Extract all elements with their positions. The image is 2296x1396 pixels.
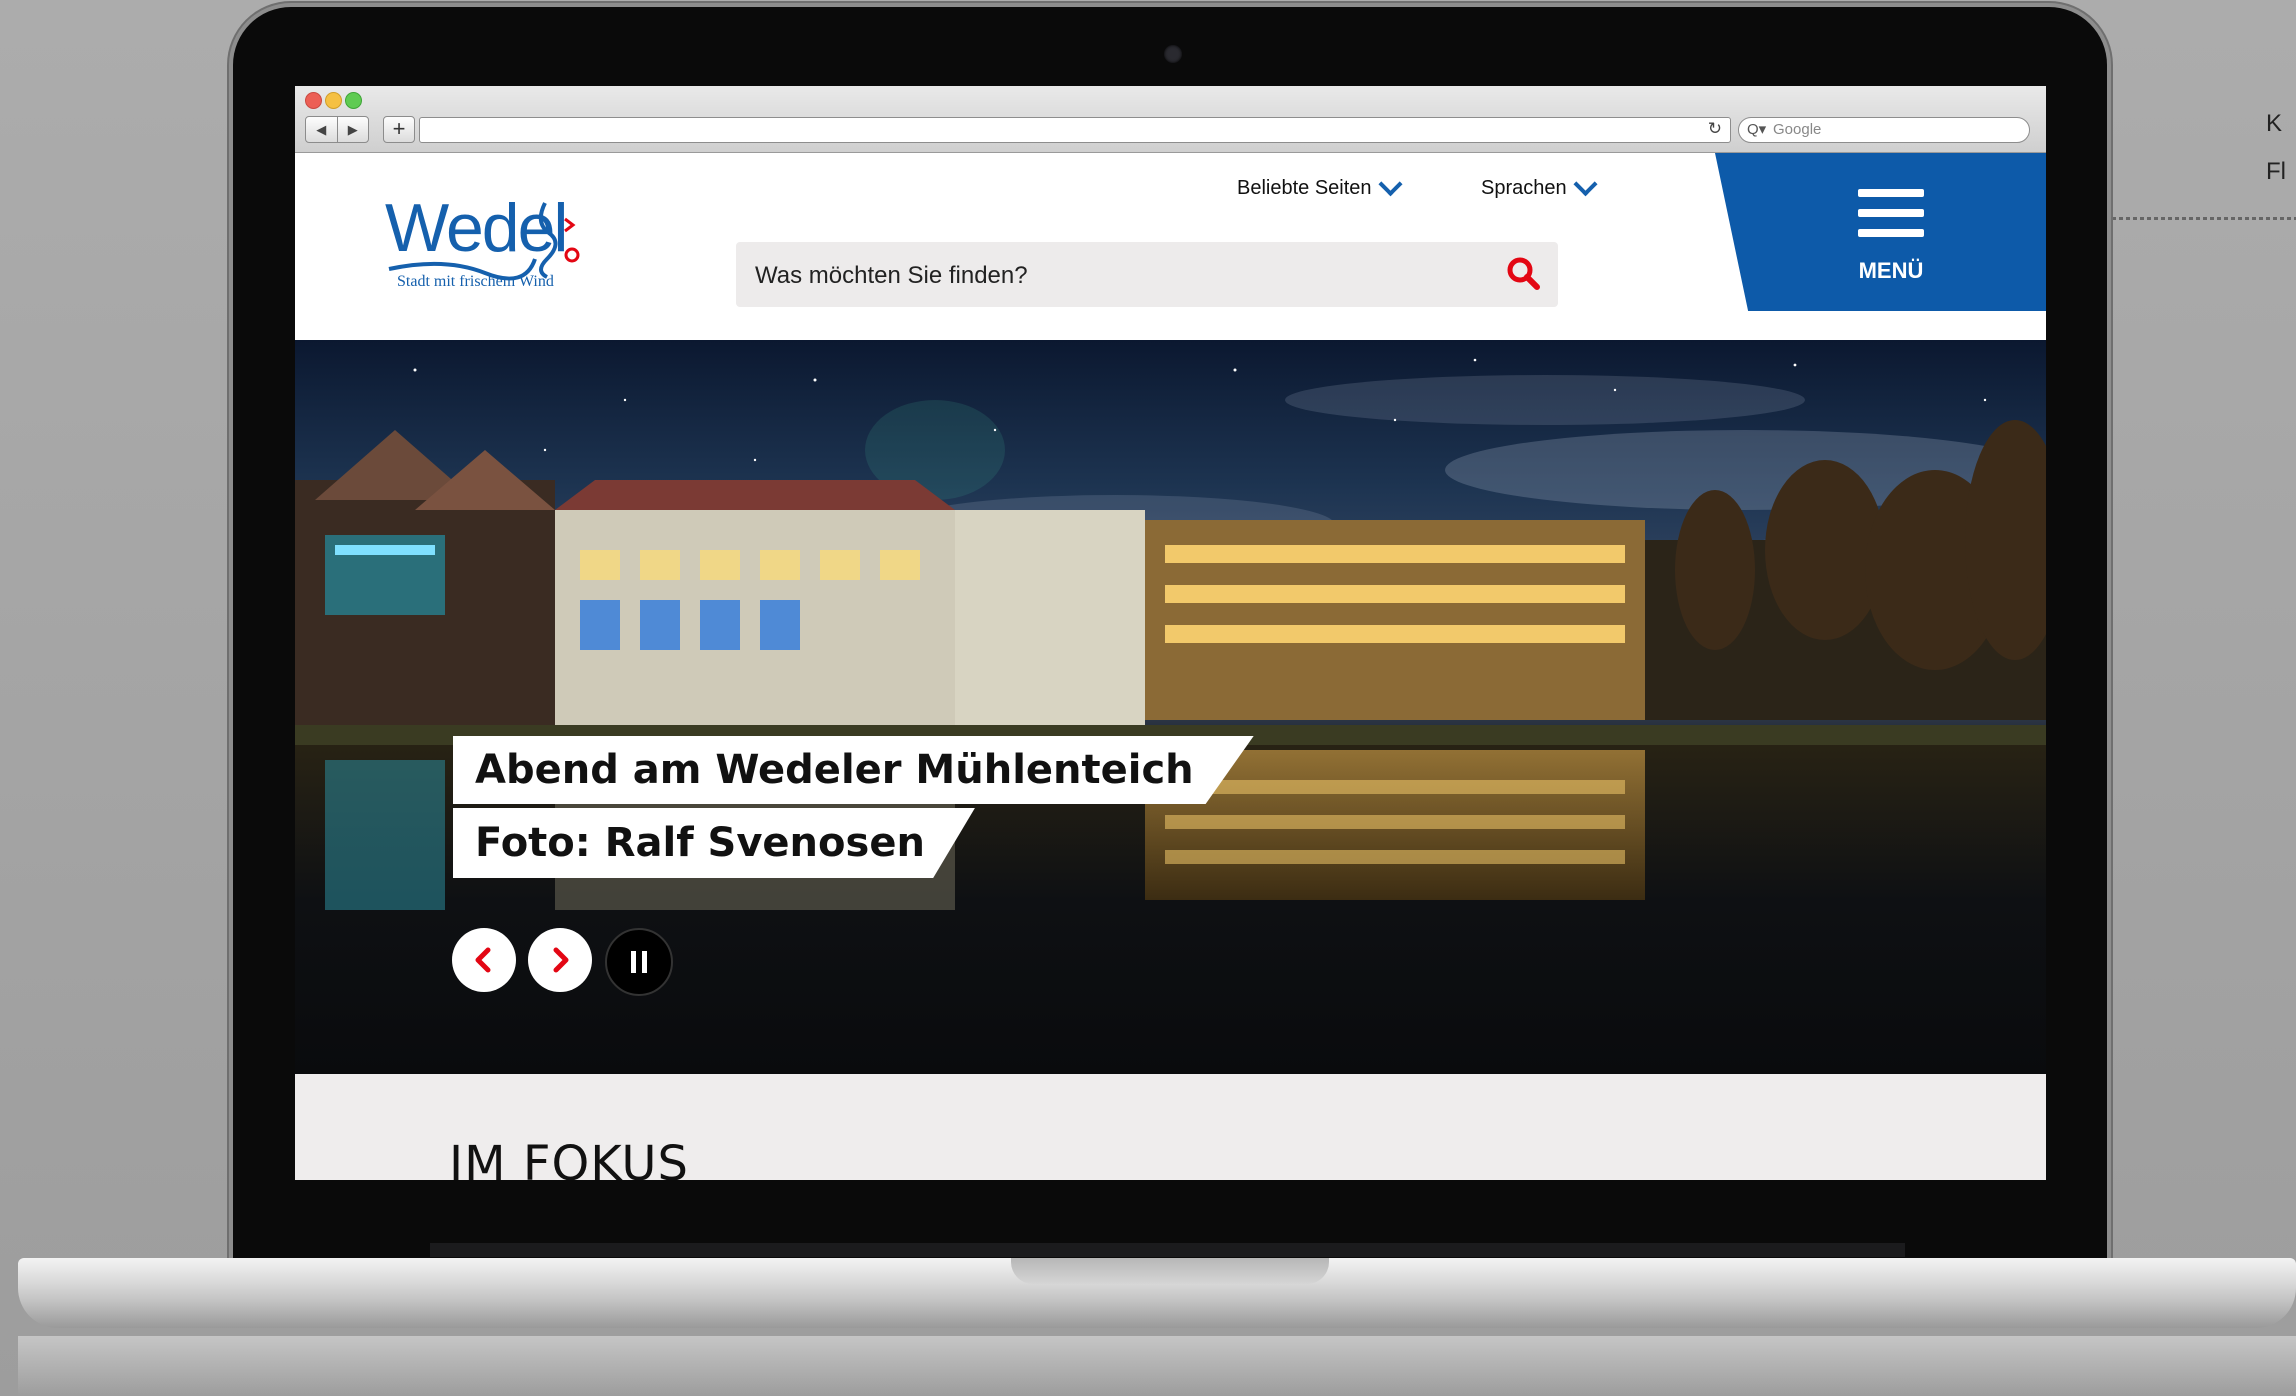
browser-toolbar: ◀ ▶ + ↻ Q▾ Google xyxy=(295,86,2046,153)
slider-prev-button[interactable] xyxy=(452,928,516,992)
new-tab-button[interactable]: + xyxy=(383,116,415,143)
nav-popular-label: Beliebte Seiten xyxy=(1237,177,1372,199)
search-icon[interactable] xyxy=(1506,256,1542,292)
slider-next-button[interactable] xyxy=(528,928,592,992)
zoom-window-button[interactable] xyxy=(345,92,362,109)
chevron-down-icon xyxy=(1573,172,1598,197)
slide-caption-title: Abend am Wedeler Mühlenteich xyxy=(453,736,1254,804)
minimize-window-button[interactable] xyxy=(325,92,342,109)
browser-window: ◀ ▶ + ↻ Q▾ Google Wedel Stadt mit frisch… xyxy=(295,86,2046,1180)
laptop-hinge xyxy=(430,1243,1905,1257)
logo-tagline: Stadt mit frischem Wind xyxy=(397,273,554,290)
back-icon[interactable]: ◀ xyxy=(306,117,338,142)
hamburger-icon[interactable] xyxy=(1858,189,1924,249)
browser-search-field[interactable]: Q▾ Google xyxy=(1738,117,2030,143)
nav-languages-label: Sprachen xyxy=(1481,177,1567,199)
nav-languages[interactable]: Sprachen xyxy=(1481,172,1598,200)
focus-section: IM FOKUS xyxy=(295,1074,2046,1180)
search-placeholder: Was möchten Sie finden? xyxy=(755,262,1028,289)
logo-wordmark: Wedel xyxy=(385,190,569,266)
history-buttons: ◀ ▶ xyxy=(305,116,369,143)
reload-icon[interactable]: ↻ xyxy=(1708,119,1722,139)
menu-label[interactable]: MENÜ xyxy=(1858,258,1924,284)
chevron-left-icon xyxy=(475,947,491,973)
address-bar[interactable]: ↻ xyxy=(419,117,1731,143)
camera-icon xyxy=(1164,45,1182,63)
slide-caption-credit: Foto: Ralf Svenosen xyxy=(453,808,975,878)
chevron-down-icon xyxy=(1378,172,1403,197)
site-search-input[interactable]: Was möchten Sie finden? xyxy=(736,242,1558,307)
hero-slider: Abend am Wedeler Mühlenteich Foto: Ralf … xyxy=(295,340,2046,1074)
forward-icon[interactable]: ▶ xyxy=(338,117,369,142)
slider-pause-button[interactable] xyxy=(605,928,673,996)
focus-heading: IM FOKUS xyxy=(449,1136,690,1180)
search-icon: Q▾ xyxy=(1747,121,1767,138)
laptop-reflection xyxy=(18,1336,2296,1396)
side-annotation: K Fl xyxy=(2266,110,2286,185)
chevron-right-icon xyxy=(553,947,569,973)
browser-search-placeholder: Google xyxy=(1773,121,1822,138)
site-header: Wedel Stadt mit frischem Wind Beliebte S… xyxy=(295,153,2046,340)
close-window-button[interactable] xyxy=(305,92,322,109)
wedel-logo[interactable]: Wedel Stadt mit frischem Wind xyxy=(385,189,615,299)
nav-popular-pages[interactable]: Beliebte Seiten xyxy=(1237,172,1403,200)
pause-icon xyxy=(631,951,647,973)
laptop-notch xyxy=(1011,1258,1329,1284)
